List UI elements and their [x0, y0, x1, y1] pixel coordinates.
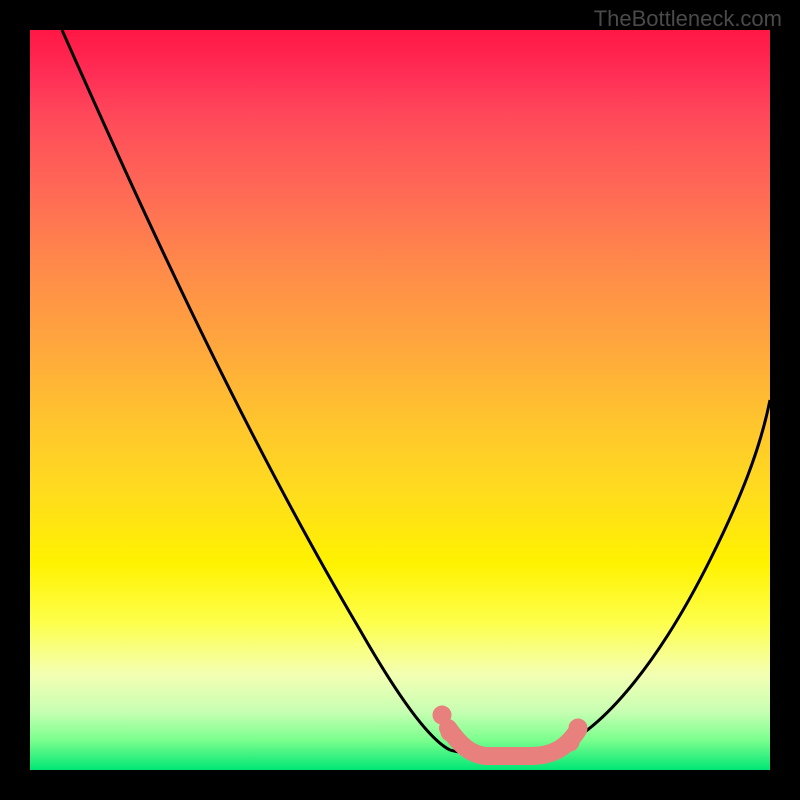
plot-area [30, 30, 770, 770]
chart-frame: TheBottleneck.com [0, 0, 800, 800]
watermark-text: TheBottleneck.com [594, 6, 782, 32]
bottleneck-curve-right [550, 400, 770, 750]
bottleneck-curve-left [62, 30, 450, 750]
optimum-highlight [433, 706, 587, 756]
curve-overlay [30, 30, 770, 770]
